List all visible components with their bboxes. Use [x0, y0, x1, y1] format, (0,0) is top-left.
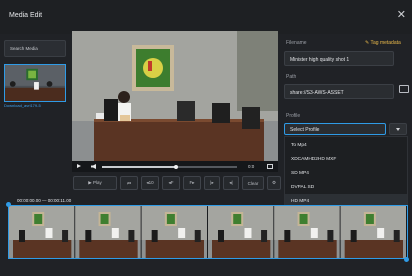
- timeline-frame: [75, 206, 142, 258]
- video-controls: 0:0: [72, 161, 278, 172]
- media-caption[interactable]: Download_avrl179-5: [4, 103, 70, 108]
- folder-icon[interactable]: [399, 85, 409, 93]
- mark-out-button[interactable]: ◂|: [223, 176, 239, 190]
- play-icon[interactable]: [77, 164, 81, 168]
- timeline-frame: [208, 206, 275, 258]
- filename-field[interactable]: Minister high quality shot 1: [284, 51, 394, 66]
- timeline-strip[interactable]: [8, 205, 408, 259]
- timeline-frame: [9, 206, 76, 258]
- path-field[interactable]: share://S3-AWS-ASSET: [284, 84, 394, 99]
- profile-option[interactable]: To Mp4: [285, 138, 407, 152]
- timeline-frame: [274, 206, 341, 258]
- profile-label: Profile: [286, 113, 301, 119]
- profile-option[interactable]: DVPAL SD: [285, 180, 407, 194]
- settings-button[interactable]: ⚙: [267, 176, 281, 190]
- volume-icon[interactable]: [91, 164, 96, 169]
- video-frame: [72, 31, 278, 161]
- seek-progress: [102, 166, 177, 168]
- title-bar: Media Edit ✕: [0, 0, 412, 34]
- timeline-frames: [9, 206, 407, 258]
- tag-metadata-link[interactable]: ✎ Tag metadata: [365, 40, 401, 46]
- back-10-button[interactable]: ◂10: [141, 176, 159, 190]
- dialog-title: Media Edit: [9, 12, 43, 19]
- trim-start-handle[interactable]: [6, 202, 11, 207]
- mark-in-button[interactable]: |▸: [204, 176, 220, 190]
- forward-frame-button[interactable]: F▸: [183, 176, 201, 190]
- fullscreen-icon[interactable]: [267, 164, 273, 169]
- search-input[interactable]: Search Media: [4, 40, 66, 57]
- path-label: Path: [286, 74, 297, 80]
- back-frame-button[interactable]: ◂F: [162, 176, 180, 190]
- timeline-frame: [141, 206, 208, 258]
- profile-option[interactable]: XDCAMHD2HD MXF: [285, 152, 407, 166]
- close-icon[interactable]: ✕: [397, 10, 406, 21]
- media-thumbnail[interactable]: [4, 64, 66, 102]
- profile-option[interactable]: SD MP4: [285, 166, 407, 180]
- timeline: 00:00:00.00 — 00:00:11.00: [6, 198, 410, 264]
- trim-end-handle[interactable]: [404, 257, 409, 262]
- first-frame-button[interactable]: ⏮: [120, 176, 138, 190]
- thumbnail-image: [5, 65, 65, 101]
- video-preview[interactable]: [72, 31, 278, 161]
- seek-handle[interactable]: [174, 164, 179, 169]
- timeline-frame: [340, 206, 407, 258]
- profile-select[interactable]: Select Profile: [284, 123, 386, 135]
- filename-label: Filename: [286, 40, 307, 46]
- chevron-down-icon[interactable]: [389, 123, 407, 135]
- play-button[interactable]: ▶ Play: [73, 176, 117, 190]
- current-time: 0:0: [248, 163, 255, 169]
- clear-button[interactable]: Clear: [242, 176, 264, 190]
- timeline-range: 00:00:00.00 — 00:00:11.00: [17, 198, 72, 203]
- seek-bar[interactable]: [102, 164, 237, 169]
